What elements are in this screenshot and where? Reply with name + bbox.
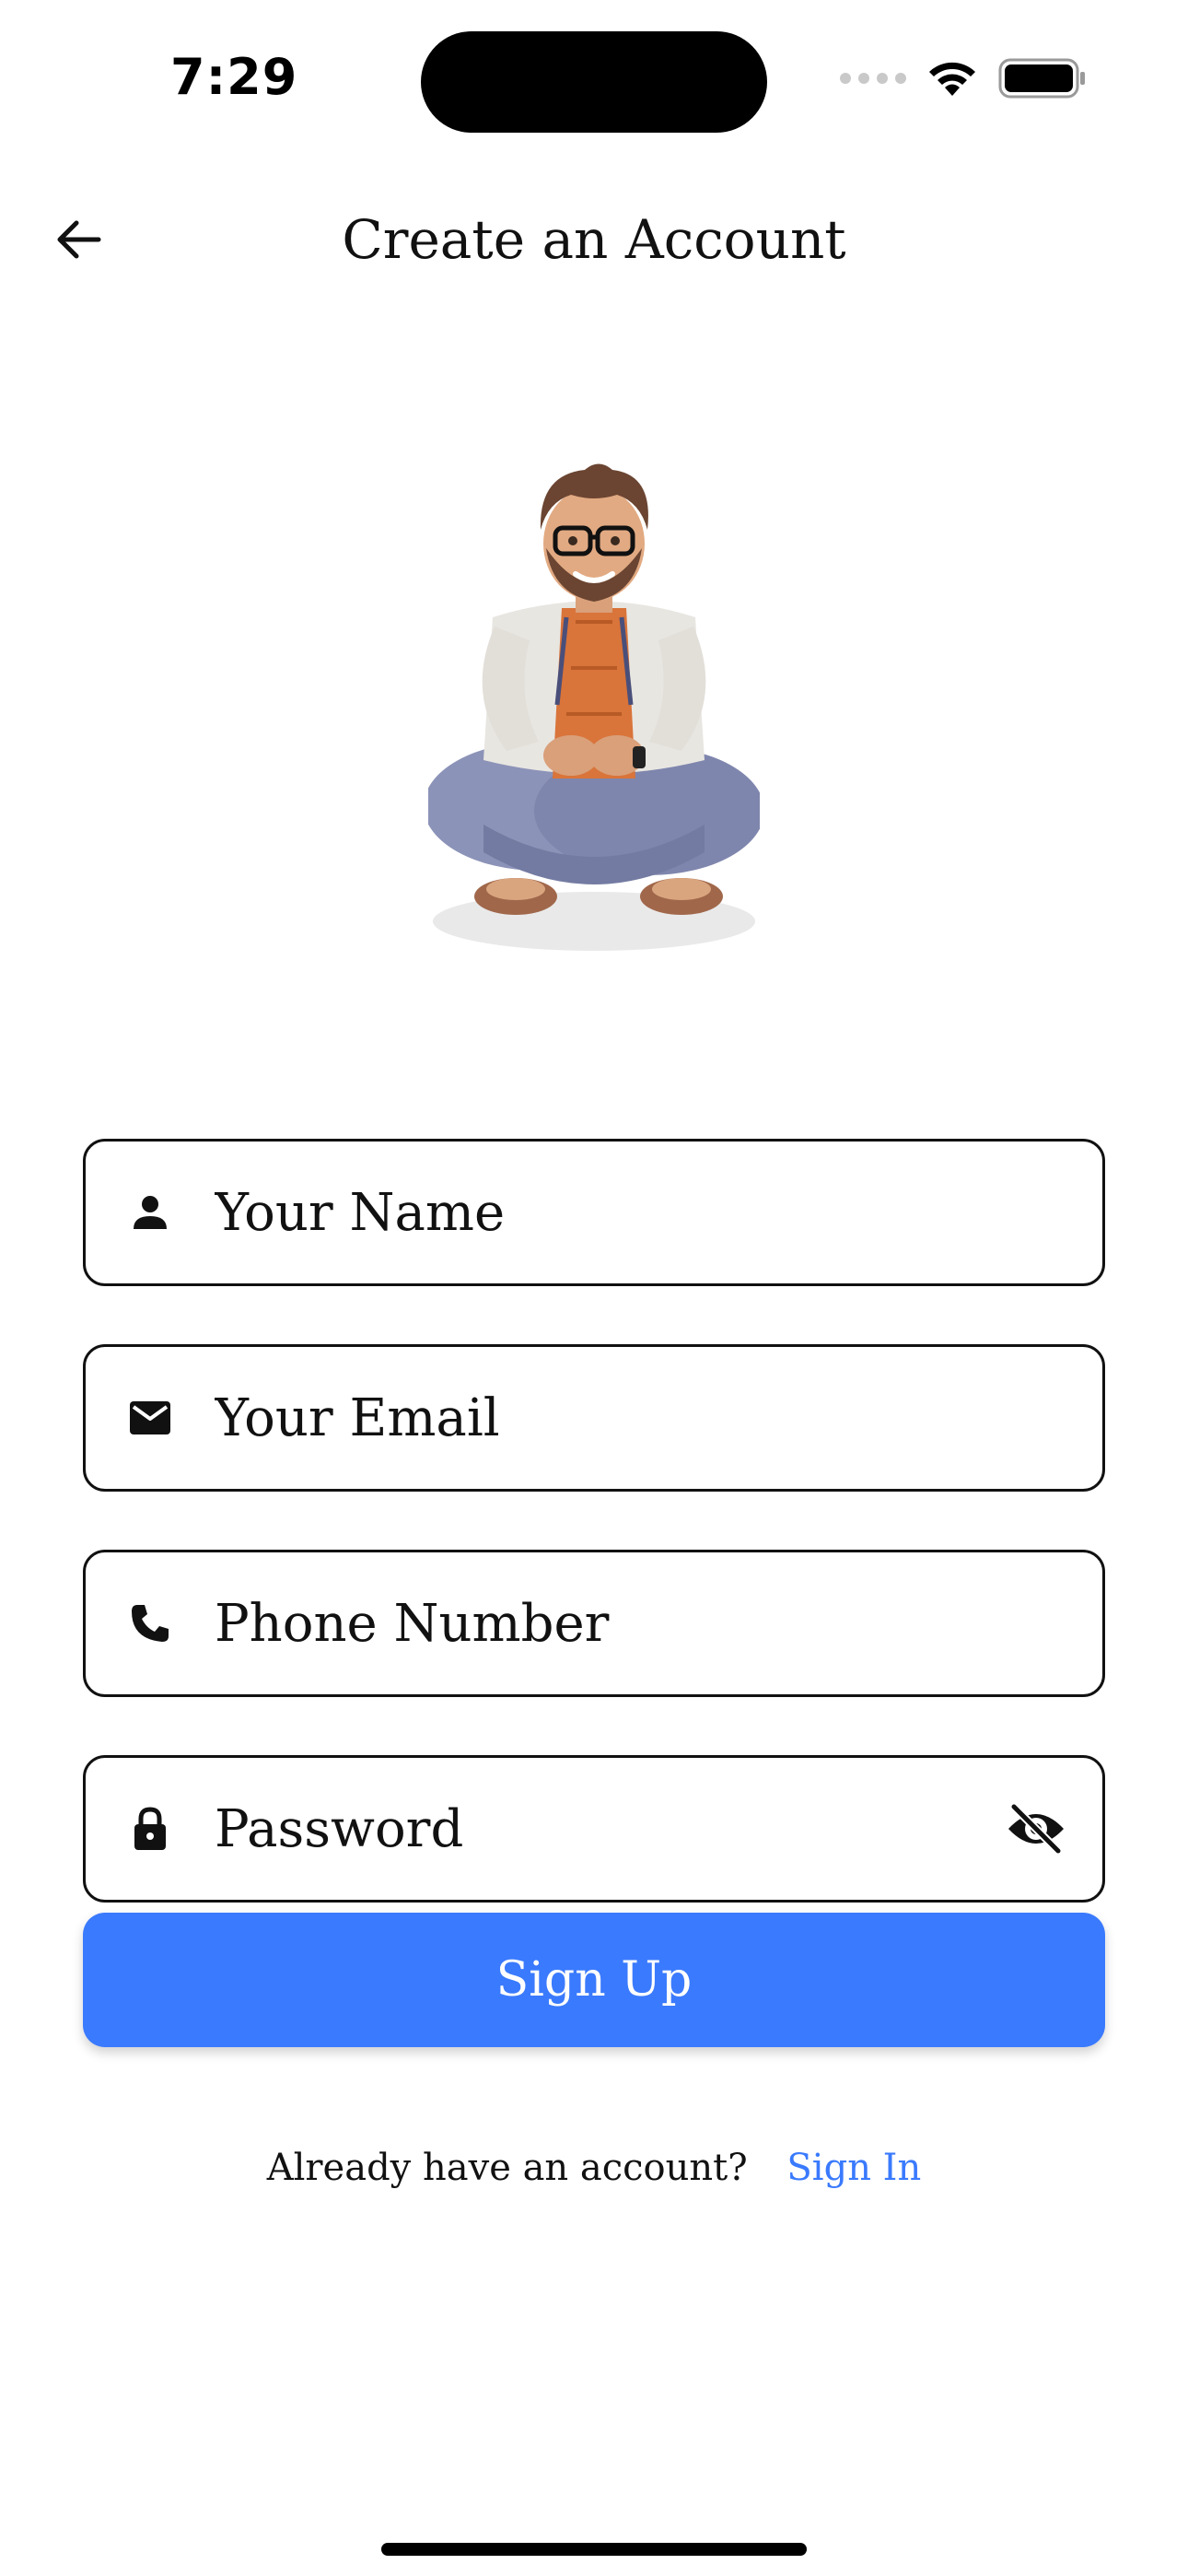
phone-input[interactable]: [215, 1593, 1102, 1654]
phone-field[interactable]: [83, 1550, 1105, 1697]
battery-icon: [998, 58, 1085, 99]
phone-icon: [127, 1600, 173, 1646]
wifi-icon: [929, 62, 975, 96]
page-title: Create an Account: [342, 208, 846, 271]
lock-icon: [127, 1806, 173, 1852]
dynamic-island: [421, 31, 767, 133]
sign-up-button[interactable]: Sign Up: [83, 1913, 1105, 2047]
email-field[interactable]: [83, 1344, 1105, 1492]
sign-in-prompt: Already have an account? Sign In: [0, 2147, 1188, 2189]
password-field[interactable]: [83, 1755, 1105, 1903]
status-time: 7:29: [170, 48, 298, 106]
eye-off-icon[interactable]: [1003, 1796, 1069, 1862]
name-field[interactable]: [83, 1139, 1105, 1286]
sign-in-link[interactable]: Sign In: [786, 2147, 921, 2189]
email-input[interactable]: [215, 1388, 1102, 1448]
cellular-signal-icon: [840, 73, 906, 84]
mail-icon: [127, 1395, 173, 1441]
status-indicators: [840, 55, 1087, 101]
sign-in-prompt-text: Already have an account?: [266, 2147, 748, 2189]
name-input[interactable]: [215, 1182, 1102, 1243]
home-indicator[interactable]: [381, 2543, 807, 2556]
person-icon: [127, 1189, 173, 1235]
password-input[interactable]: [215, 1798, 1003, 1859]
avatar-illustration: [424, 456, 764, 954]
